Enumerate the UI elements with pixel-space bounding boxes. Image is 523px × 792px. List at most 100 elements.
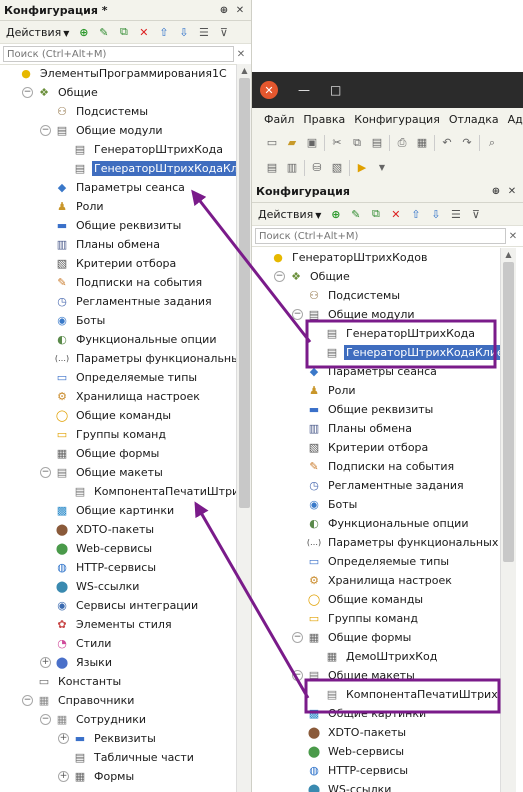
- tree-item[interactable]: ⬤ XDTO-пакеты: [252, 723, 500, 742]
- menu-item[interactable]: Админ: [508, 113, 523, 126]
- tree-item[interactable]: ⬤ XDTO-пакеты: [0, 520, 236, 539]
- collapse-icon[interactable]: −: [40, 125, 51, 136]
- left-scrollbar[interactable]: ▲: [236, 64, 251, 792]
- tree-item[interactable]: (…) Параметры функциональных опций: [252, 533, 500, 552]
- tree-item[interactable]: ▧ Критерии отбора: [252, 438, 500, 457]
- tree-item[interactable]: ◆ Параметры сеанса: [252, 362, 500, 381]
- tree-item[interactable]: ▤ КомпонентаПечатиШтрихкодов: [252, 685, 500, 704]
- tree-item[interactable]: ▤ КомпонентаПечатиШтрихкодов: [0, 482, 236, 501]
- collapse-icon[interactable]: −: [40, 714, 51, 725]
- tree-item[interactable]: ◷ Регламентные задания: [0, 292, 236, 311]
- tree-item[interactable]: ⚙ Хранилища настроек: [252, 571, 500, 590]
- tree-item[interactable]: − ▤ Общие макеты: [0, 463, 236, 482]
- copy-icon[interactable]: ⧉: [115, 24, 132, 41]
- tree-item[interactable]: − ▦ Справочники: [0, 691, 236, 710]
- menu-item[interactable]: Конфигурация: [354, 113, 440, 126]
- delete-icon[interactable]: ✕: [135, 24, 152, 41]
- tree-item[interactable]: ▤ Табличные части: [0, 748, 236, 767]
- collapse-icon[interactable]: −: [274, 271, 285, 282]
- scroll-up-icon[interactable]: ▲: [237, 64, 251, 78]
- tree-item[interactable]: ▥ Планы обмена: [0, 235, 236, 254]
- tree-item[interactable]: ▭ Определяемые типы: [0, 368, 236, 387]
- tree-item[interactable]: ◆ Параметры сеанса: [0, 178, 236, 197]
- actions-menu[interactable]: Действия ▼: [3, 25, 72, 40]
- print-icon[interactable]: ⎙: [394, 135, 410, 151]
- add-icon[interactable]: ⊕: [327, 206, 344, 223]
- tree-item[interactable]: ⚇ Подсистемы: [0, 102, 236, 121]
- tree-item[interactable]: ▭ Группы команд: [0, 425, 236, 444]
- sort-icon[interactable]: ☰: [447, 206, 464, 223]
- tree-item[interactable]: − ▦ Общие формы: [252, 628, 500, 647]
- tree-item[interactable]: ⬤ WS-ссылки: [252, 780, 500, 792]
- collapse-icon[interactable]: −: [22, 87, 33, 98]
- tree-item[interactable]: ◍ HTTP-сервисы: [252, 761, 500, 780]
- collapse-icon[interactable]: −: [292, 309, 303, 320]
- tree-item[interactable]: ◯ Общие команды: [0, 406, 236, 425]
- tree-item[interactable]: ◉ Боты: [252, 495, 500, 514]
- tree-item[interactable]: (…) Параметры функциональных опций: [0, 349, 236, 368]
- copy-icon[interactable]: ⧉: [349, 135, 365, 151]
- tree-item[interactable]: + ▬ Реквизиты: [0, 729, 236, 748]
- database-icon[interactable]: ⛁: [309, 160, 325, 176]
- config-icon[interactable]: ▤: [264, 160, 280, 176]
- move-up-icon[interactable]: ⇧: [155, 24, 172, 41]
- right-scrollbar[interactable]: ▲: [500, 248, 516, 792]
- tree-item[interactable]: ● ГенераторШтрихКодов: [252, 248, 500, 267]
- tree-item[interactable]: ◍ HTTP-сервисы: [0, 558, 236, 577]
- tree-item[interactable]: − ▤ Общие макеты: [252, 666, 500, 685]
- add-icon[interactable]: ⊕: [75, 24, 92, 41]
- tree-item[interactable]: ♟ Роли: [252, 381, 500, 400]
- sort-icon[interactable]: ☰: [195, 24, 212, 41]
- menu-item[interactable]: Отладка: [449, 113, 499, 126]
- window-close-icon[interactable]: ✕: [260, 81, 278, 99]
- tree-item[interactable]: ● ЭлементыПрограммирования1С: [0, 64, 236, 83]
- tree-item[interactable]: ◷ Регламентные задания: [252, 476, 500, 495]
- find-icon[interactable]: ⌕: [484, 135, 500, 151]
- tree-item[interactable]: ▤ ГенераторШтрихКода: [252, 324, 500, 343]
- tree-item[interactable]: ◉ Сервисы интеграции: [0, 596, 236, 615]
- tree-item[interactable]: ◉ Боты: [0, 311, 236, 330]
- tree-item[interactable]: − ▤ Общие модули: [0, 121, 236, 140]
- actions-menu[interactable]: Действия ▼: [255, 207, 324, 222]
- tree-item[interactable]: − ❖ Общие: [252, 267, 500, 286]
- collapse-icon[interactable]: −: [22, 695, 33, 706]
- edit-icon[interactable]: ✎: [347, 206, 364, 223]
- tree-item[interactable]: + ⬤ Языки: [0, 653, 236, 672]
- tree-item[interactable]: ▭ Группы команд: [252, 609, 500, 628]
- redo-icon[interactable]: ↷: [459, 135, 475, 151]
- expand-icon[interactable]: +: [58, 771, 69, 782]
- close-icon[interactable]: ✕: [505, 184, 519, 198]
- save-icon[interactable]: ▣: [304, 135, 320, 151]
- tree-item[interactable]: ▤ ГенераторШтрихКодаКлиент: [252, 343, 500, 362]
- tree-item[interactable]: ▥ Планы обмена: [252, 419, 500, 438]
- tree-item[interactable]: ✿ Элементы стиля: [0, 615, 236, 634]
- cut-icon[interactable]: ✂: [329, 135, 345, 151]
- tree-item[interactable]: − ▦ Сотрудники: [0, 710, 236, 729]
- tree-item[interactable]: ▭ Константы: [0, 672, 236, 691]
- menu-item[interactable]: Правка: [303, 113, 345, 126]
- delete-icon[interactable]: ✕: [387, 206, 404, 223]
- menu-item[interactable]: Файл: [264, 113, 294, 126]
- clear-search-icon[interactable]: ✕: [506, 231, 520, 242]
- tree-item[interactable]: ▩ Общие картинки: [252, 704, 500, 723]
- tree-item[interactable]: ▧ Критерии отбора: [0, 254, 236, 273]
- clear-search-icon[interactable]: ✕: [234, 49, 248, 60]
- tree-item[interactable]: ⬤ Web-сервисы: [252, 742, 500, 761]
- move-down-icon[interactable]: ⇩: [427, 206, 444, 223]
- tree-item[interactable]: + ▦ Формы: [0, 767, 236, 786]
- expand-icon[interactable]: +: [40, 657, 51, 668]
- paste-icon[interactable]: ▤: [369, 135, 385, 151]
- update-db-icon[interactable]: ▧: [329, 160, 345, 176]
- edit-icon[interactable]: ✎: [95, 24, 112, 41]
- collapse-icon[interactable]: −: [40, 467, 51, 478]
- tree-item[interactable]: ▤ ГенераторШтрихКода: [0, 140, 236, 159]
- search-input[interactable]: [3, 46, 234, 62]
- tree-item[interactable]: ✎ Подписки на события: [0, 273, 236, 292]
- chevron-down-icon[interactable]: ▼: [374, 160, 390, 176]
- tree-item[interactable]: ◔ Стили: [0, 634, 236, 653]
- tree-item[interactable]: ⚇ Подсистемы: [252, 286, 500, 305]
- move-down-icon[interactable]: ⇩: [175, 24, 192, 41]
- tree-item[interactable]: ▭ Определяемые типы: [252, 552, 500, 571]
- pin-icon[interactable]: ⊕: [489, 184, 503, 198]
- tree-item[interactable]: ⬤ Web-сервисы: [0, 539, 236, 558]
